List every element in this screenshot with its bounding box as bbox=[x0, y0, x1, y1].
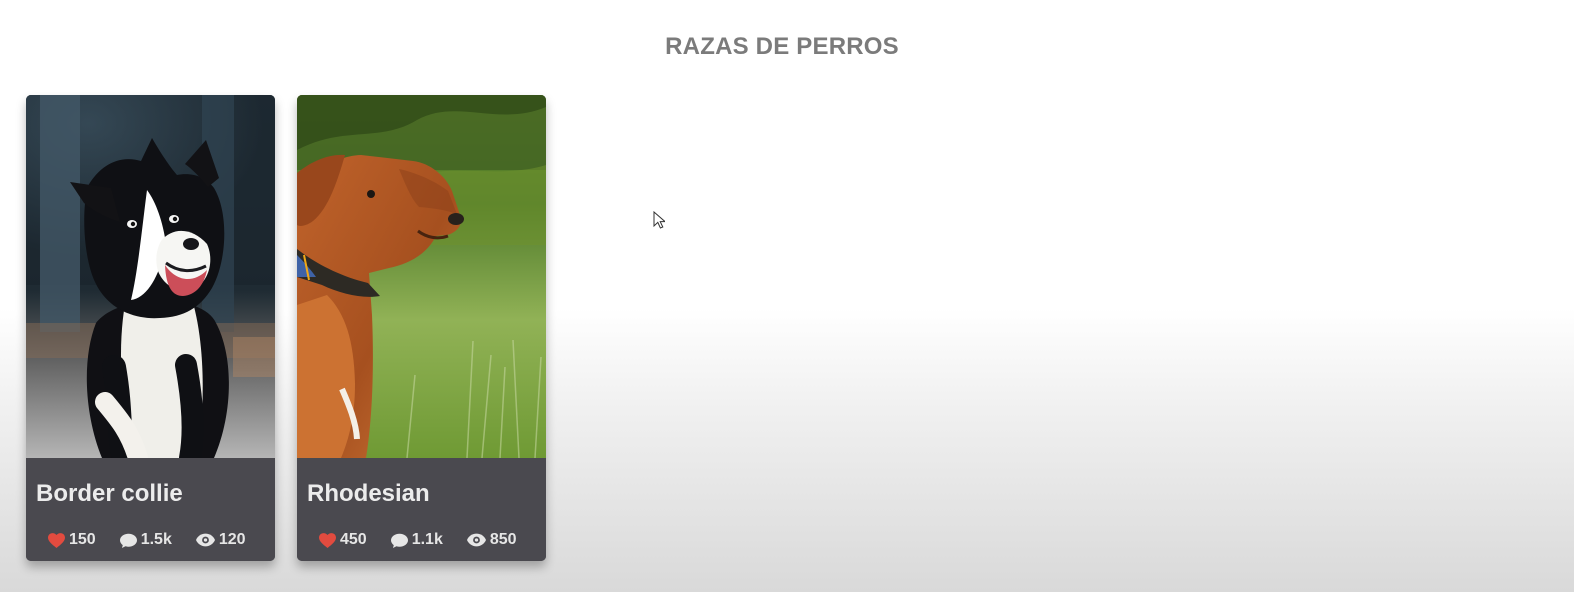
views-count[interactable]: 850 bbox=[466, 531, 517, 549]
comments-count[interactable]: 1.1k bbox=[390, 531, 443, 549]
comments-value: 1.1k bbox=[411, 531, 443, 548]
eye-icon bbox=[195, 533, 215, 547]
card-body: Rhodesian 450 1.1k 850 bbox=[297, 458, 546, 561]
dog-card-border-collie[interactable]: Border collie 150 1.5k 120 bbox=[26, 95, 275, 561]
likes-count[interactable]: 450 bbox=[319, 531, 367, 549]
heart-icon bbox=[319, 532, 336, 548]
views-value: 120 bbox=[218, 531, 246, 548]
dog-card-rhodesian[interactable]: Rhodesian 450 1.1k 850 bbox=[297, 95, 546, 561]
comment-icon bbox=[119, 533, 137, 548]
card-body: Border collie 150 1.5k 120 bbox=[26, 458, 275, 561]
likes-value: 150 bbox=[69, 531, 96, 548]
eye-icon bbox=[466, 533, 486, 547]
comments-value: 1.5k bbox=[140, 531, 172, 548]
card-stats: 450 1.1k 850 bbox=[319, 531, 517, 549]
card-title[interactable]: Rhodesian bbox=[307, 480, 430, 508]
views-count[interactable]: 120 bbox=[195, 531, 246, 549]
comments-count[interactable]: 1.5k bbox=[119, 531, 172, 549]
card-title[interactable]: Border collie bbox=[36, 480, 183, 508]
comment-icon bbox=[390, 533, 408, 548]
mouse-cursor-icon bbox=[653, 211, 665, 229]
heart-icon bbox=[48, 532, 65, 548]
rhodesian-image bbox=[297, 95, 546, 458]
page-title: RAZAS DE PERROS bbox=[665, 33, 899, 60]
dog-breed-cards: Border collie 150 1.5k 120 Rhodesian 450… bbox=[26, 95, 546, 561]
border-collie-image bbox=[26, 95, 275, 458]
views-value: 850 bbox=[489, 531, 517, 548]
likes-value: 450 bbox=[340, 531, 367, 548]
likes-count[interactable]: 150 bbox=[48, 531, 96, 549]
card-stats: 150 1.5k 120 bbox=[48, 531, 246, 549]
